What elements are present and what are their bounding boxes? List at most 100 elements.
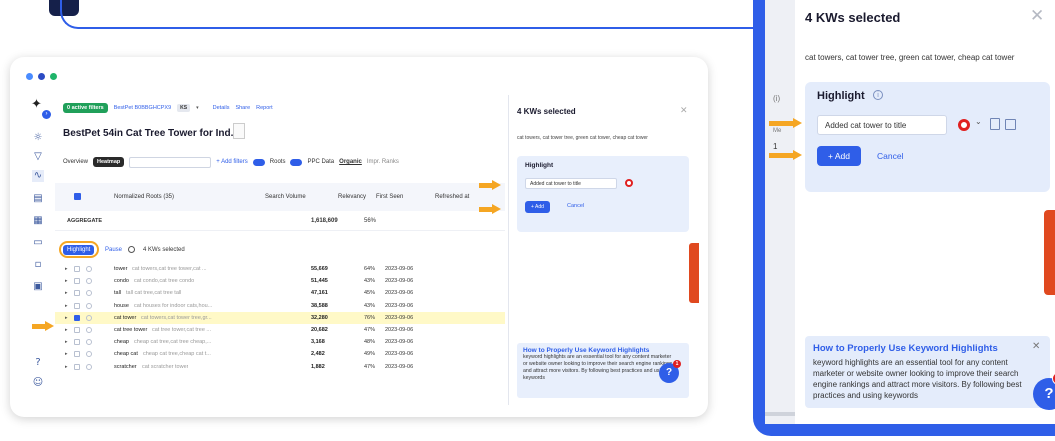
col-refreshed-at[interactable]: Refreshed at — [435, 194, 469, 200]
row-relevancy: 47% — [364, 363, 376, 370]
dropdown-icon[interactable]: ▾ — [196, 105, 199, 111]
ppc-toggle[interactable] — [290, 158, 303, 166]
add-filters-button[interactable]: + Add filters — [216, 159, 248, 165]
row-radio[interactable] — [86, 278, 92, 285]
filter-icon[interactable]: ▽ — [32, 151, 44, 163]
document-icon[interactable]: ▤ — [32, 193, 44, 205]
mini-color-picker-icon[interactable] — [625, 179, 633, 187]
row-radio[interactable] — [86, 351, 92, 358]
row-radio[interactable] — [86, 363, 92, 370]
row-checkbox[interactable] — [74, 363, 80, 370]
mini-feedback-tab[interactable] — [689, 243, 699, 303]
table-row[interactable]: ▸ cheap cheap cat tree,cat tree cheap,... 3… — [55, 336, 505, 348]
row-checkbox[interactable] — [74, 266, 80, 272]
col-normalized-roots[interactable]: Normalized Roots (35) — [114, 194, 174, 200]
table-row[interactable]: ▸ scratcher cat scratcher tower 1,882 47% 202… — [55, 361, 505, 373]
product-asin[interactable]: BestPet B0BBGHCPX9 — [114, 105, 171, 111]
note-icon[interactable] — [990, 118, 1000, 130]
horizontal-scrollbar[interactable] — [765, 412, 795, 416]
add-button[interactable]: + Add — [817, 146, 861, 166]
calendar-icon[interactable]: ▣ — [32, 281, 44, 293]
row-radio[interactable] — [86, 290, 92, 297]
table-row[interactable]: ▸ condo cat condo,cat tree condo 51,445 43% 2… — [55, 275, 505, 287]
row-checkbox[interactable] — [74, 351, 80, 358]
row-checkbox[interactable] — [74, 302, 80, 309]
row-keyword: house — [114, 302, 129, 309]
expand-row-icon[interactable]: ▸ — [65, 339, 68, 345]
row-checkbox[interactable] — [74, 326, 80, 333]
howto-close-icon[interactable]: ✕ — [1032, 341, 1040, 352]
top-toolbar: 0 active filters BestPet B0BBGHCPX9 KS ▾… — [63, 101, 273, 115]
mini-highlight-input[interactable]: Added cat tower to title — [525, 178, 617, 189]
highlight-input[interactable]: Added cat tower to title — [817, 115, 947, 135]
mini-chat-icon[interactable]: ? 1 — [659, 360, 681, 383]
row-checkbox[interactable] — [74, 314, 80, 321]
row-radio[interactable] — [86, 326, 92, 333]
page: ✦ › ☼ ▽ ∿ ▤ ▦ ▭ ▫ ▣ ? ☺ 0 active filters… — [0, 0, 1055, 441]
trend-icon[interactable]: ∿ — [32, 170, 44, 182]
close-icon[interactable]: ✕ — [1030, 6, 1044, 26]
bulb-icon[interactable]: ☼ — [32, 132, 44, 144]
table-row[interactable]: ▸ cheap cat cheap cat tree,cheap cat t... 2… — [55, 348, 505, 360]
active-filters-badge[interactable]: 0 active filters — [63, 103, 108, 113]
share-link[interactable]: Share — [235, 105, 250, 111]
feedback-tab[interactable]: Feedback — [1028, 210, 1055, 295]
color-picker-icon[interactable] — [958, 119, 970, 131]
row-checkbox[interactable] — [74, 278, 80, 285]
row-checkbox[interactable] — [74, 290, 80, 297]
expand-row-icon[interactable]: ▸ — [65, 266, 68, 272]
mini-add-button[interactable]: + Add — [525, 201, 550, 213]
row-checkbox[interactable] — [74, 339, 80, 346]
mini-howto-title[interactable]: How to Properly Use Keyword Highlights — [523, 347, 683, 354]
search-input[interactable] — [129, 156, 212, 168]
pause-button[interactable]: Pause — [105, 247, 122, 253]
window-dot-2[interactable] — [38, 73, 45, 80]
expand-row-icon[interactable]: ▸ — [65, 290, 68, 296]
row-related: tall cat tree,cat tree tall — [126, 290, 182, 297]
info-icon[interactable]: i — [873, 90, 883, 100]
row-radio[interactable] — [86, 339, 92, 346]
select-all-checkbox[interactable] — [74, 193, 81, 200]
table-row[interactable]: ▸ house cat houses for indoor cats,hou... 3… — [55, 300, 505, 312]
table-row[interactable]: ▸ tall tall cat tree,cat tree tall 47,161 45… — [55, 287, 505, 299]
clipboard-icon[interactable]: ▫ — [32, 259, 44, 271]
window-dot-3[interactable] — [50, 73, 57, 80]
howto-title[interactable]: How to Properly Use Keyword Highlights — [813, 343, 1042, 354]
mini-cancel-button[interactable]: Cancel — [567, 203, 584, 209]
row-radio[interactable] — [86, 314, 92, 321]
window-dot-1[interactable] — [26, 73, 33, 80]
expand-row-icon[interactable]: ▸ — [65, 315, 68, 321]
expand-row-icon[interactable]: ▸ — [65, 364, 68, 370]
details-link[interactable]: Details — [213, 105, 230, 111]
row-relevancy: 76% — [364, 314, 376, 321]
calendar-icon[interactable] — [1005, 119, 1016, 130]
row-radio[interactable] — [86, 302, 92, 309]
table-row[interactable]: ▸ cat tree tower cat tree tower,cat tree .… — [55, 324, 505, 336]
user-icon[interactable]: ☺ — [32, 377, 44, 389]
chart-icon[interactable]: ▦ — [32, 215, 44, 227]
roots-toggle[interactable] — [252, 158, 265, 166]
cancel-button[interactable]: Cancel — [877, 151, 903, 161]
expand-row-icon[interactable]: ▸ — [65, 327, 68, 333]
chevron-down-icon[interactable]: ⌄ — [975, 117, 982, 126]
expand-icon[interactable]: › — [42, 110, 51, 119]
col-relevancy[interactable]: Relevancy — [338, 194, 366, 200]
expand-row-icon[interactable]: ▸ — [65, 351, 68, 357]
tab-impr-ranks[interactable]: Impr. Ranks — [367, 159, 399, 165]
howto-body: keyword highlights are an essential tool… — [813, 358, 1022, 400]
mini-close-icon[interactable]: ✕ — [680, 105, 688, 116]
col-first-seen[interactable]: First Seen — [376, 194, 403, 200]
left-nav-rail: ✦ › ☼ ▽ ∿ ▤ ▦ ▭ ▫ ▣ ? ☺ — [26, 95, 51, 405]
tab-overview[interactable]: Overview — [63, 159, 88, 165]
row-radio[interactable] — [86, 266, 92, 272]
expand-row-icon[interactable]: ▸ — [65, 303, 68, 309]
report-link[interactable]: Report — [256, 105, 273, 111]
expand-row-icon[interactable]: ▸ — [65, 278, 68, 284]
col-search-volume[interactable]: Search Volume — [265, 194, 306, 200]
table-row[interactable]: ▸ tower cat towers,cat tree tower,cat ... 5… — [55, 263, 505, 275]
table-row[interactable]: ▸ cat tower cat towers,cat tower tree,gr..… — [55, 311, 505, 324]
tab-organic[interactable]: Organic — [339, 159, 362, 165]
monitor-icon[interactable]: ▭ — [32, 237, 44, 249]
help-icon[interactable]: ? — [32, 357, 44, 369]
tab-heatmap[interactable]: Heatmap — [93, 157, 125, 167]
